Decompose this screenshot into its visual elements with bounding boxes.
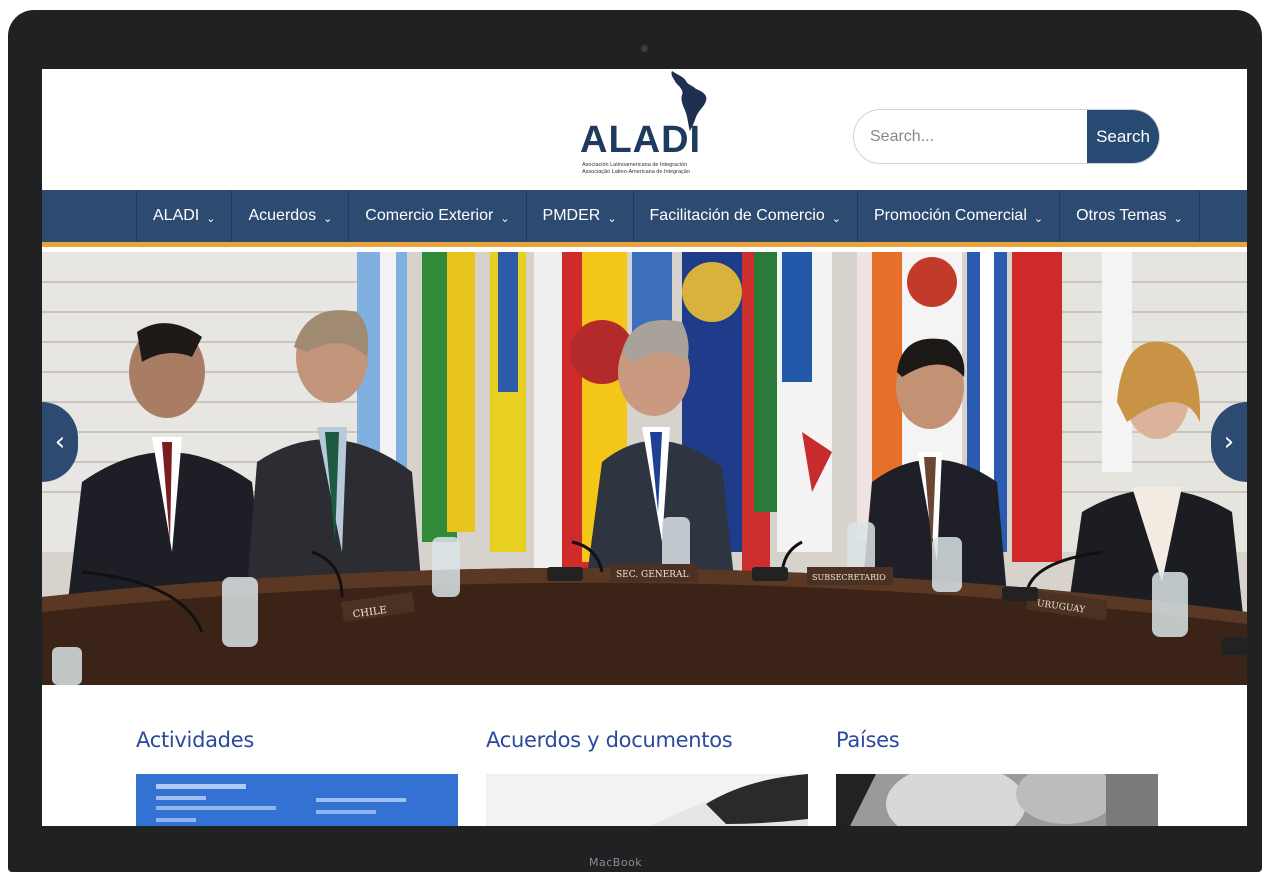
section-thumbnail-acuerdos[interactable] <box>486 774 808 826</box>
nav-item-label: Facilitación de Comercio <box>649 207 825 224</box>
site-header: ALADI Asociación Latinoamericana de Inte… <box>42 69 1247 190</box>
nameplate-subsecretario: SUBSECRETARIO <box>812 573 886 582</box>
laptop-frame: ALADI Asociación Latinoamericana de Inte… <box>8 10 1262 872</box>
chevron-down-icon: ⌄ <box>1173 212 1183 225</box>
nav-item-label: Promoción Comercial <box>873 207 1027 224</box>
search-button[interactable]: Search <box>1087 110 1159 163</box>
chevron-right-icon: › <box>1223 427 1235 457</box>
device-brand-label: MacBook <box>589 856 643 869</box>
logo-subtitle-pt: Associação Latino-Americana de Integraçã… <box>582 169 690 175</box>
nav-item-label: Otros Temas <box>1076 207 1167 224</box>
nav-item-facilitacion[interactable]: Facilitación de Comercio ⌄ <box>632 190 857 242</box>
chevron-left-icon: ‹ <box>54 427 66 457</box>
logo-subtitle-es: Asociación Latinoamericana de Integració… <box>582 162 688 168</box>
nav-item-pmder[interactable]: PMDER ⌄ <box>525 190 633 242</box>
browser-screen: ALADI Asociación Latinoamericana de Inte… <box>42 69 1247 826</box>
nav-item-otros-temas[interactable]: Otros Temas ⌄ <box>1059 190 1200 242</box>
search-box: Search <box>853 109 1160 164</box>
nameplate-sec-general: SEC. GENERAL <box>616 570 689 580</box>
chevron-down-icon: ⌄ <box>323 212 333 225</box>
nav-item-label: Acuerdos <box>248 207 317 224</box>
nav-item-acuerdos[interactable]: Acuerdos ⌄ <box>231 190 348 242</box>
section-thumbnail-paises[interactable] <box>836 774 1158 826</box>
section-title[interactable]: Acuerdos y documentos <box>486 728 733 752</box>
hero-carousel: CHILE SEC. GENERAL SUBSECRETARIO URUGUAY <box>42 252 1247 685</box>
section-title[interactable]: Países <box>836 728 900 752</box>
logo-wordmark: ALADI <box>580 119 702 161</box>
chevron-down-icon: ⌄ <box>1033 212 1044 225</box>
chevron-down-icon: ⌄ <box>206 212 216 225</box>
nav-item-label: Comercio Exterior <box>365 207 494 224</box>
chevron-down-icon: ⌄ <box>831 212 841 225</box>
nav-item-promocion[interactable]: Promoción Comercial ⌄ <box>856 190 1059 242</box>
main-nav: ALADI ⌄ Acuerdos ⌄ Comercio Exterior ⌄ PMDE… <box>42 190 1247 247</box>
meeting-photo: CHILE SEC. GENERAL SUBSECRETARIO URUGUAY <box>42 252 1247 685</box>
chevron-down-icon: ⌄ <box>500 212 510 225</box>
search-input[interactable] <box>854 110 1088 163</box>
nav-item-label: PMDER <box>542 207 601 224</box>
featured-sections: Actividades Acuerdos y documentos Países <box>42 685 1247 826</box>
nav-item-comercio-exterior[interactable]: Comercio Exterior ⌄ <box>348 190 525 242</box>
nav-item-aladi[interactable]: ALADI ⌄ <box>136 190 231 242</box>
chevron-down-icon: ⌄ <box>607 212 617 225</box>
section-thumbnail-actividades[interactable] <box>136 774 458 826</box>
camera-dot <box>641 45 648 52</box>
aladi-logo[interactable]: ALADI Asociación Latinoamericana de Inte… <box>580 69 710 181</box>
nav-item-label: ALADI <box>153 207 200 224</box>
section-title[interactable]: Actividades <box>136 728 254 752</box>
